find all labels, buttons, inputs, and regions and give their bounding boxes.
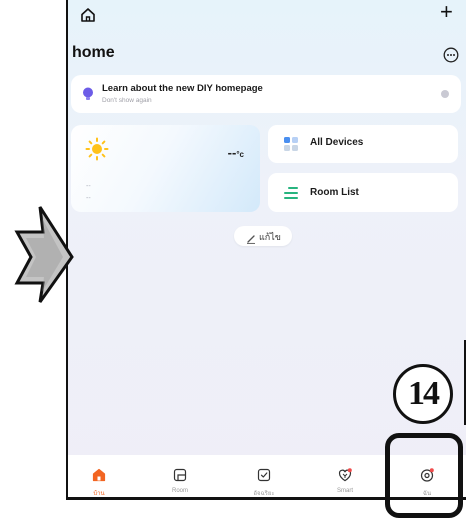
more-circle-icon[interactable] (443, 47, 459, 63)
banner-title: Learn about the new DIY homepage (102, 83, 263, 94)
tab-home[interactable]: บ้าน (71, 455, 127, 497)
lightbulb-icon (82, 87, 94, 101)
home-icon (92, 468, 106, 482)
tab-scene-label: อัจฉริยะ (253, 491, 275, 497)
tab-home-label: บ้าน (93, 491, 105, 497)
tab-room-label: Room (171, 488, 188, 494)
tab-scene[interactable]: อัจฉริยะ (236, 455, 292, 497)
dont-show-again-link[interactable]: Don't show again (102, 97, 152, 104)
tab-smart[interactable]: Smart (317, 455, 373, 497)
tab-room[interactable]: Room (152, 455, 208, 497)
highlight-box (385, 433, 463, 518)
tab-smart-label: Smart (336, 488, 353, 494)
diy-homepage-banner[interactable]: Learn about the new DIY homepage Don't s… (71, 75, 461, 113)
all-devices-card[interactable]: All Devices (268, 125, 458, 163)
edit-label: แก้ไข (259, 232, 281, 242)
smart-icon (338, 468, 352, 482)
device-frame-edge (464, 340, 466, 425)
temperature-unit: °c (236, 150, 244, 159)
grid-icon (283, 136, 299, 152)
room-icon (173, 468, 187, 482)
add-button[interactable]: + (440, 1, 453, 23)
home-outline-icon[interactable] (80, 7, 96, 23)
sun-icon (85, 137, 109, 161)
scene-icon (257, 468, 271, 482)
room-list-card[interactable]: Room List (268, 173, 458, 212)
list-icon (283, 186, 299, 202)
temperature-readout: --°c (228, 145, 244, 160)
weather-detail-2: -- (86, 195, 91, 202)
pencil-icon (246, 231, 256, 244)
close-dot-icon[interactable] (441, 90, 449, 98)
weather-card[interactable]: --°c -- -- (71, 125, 260, 212)
step-number-badge: 14 (393, 364, 453, 424)
room-list-label: Room List (310, 187, 359, 198)
all-devices-label: All Devices (310, 137, 364, 148)
edit-button[interactable]: แก้ไข (234, 226, 292, 246)
weather-detail-1: -- (86, 183, 91, 190)
arrow-star-icon (0, 0, 80, 310)
app-screen: + home Learn about the new DIY homepage … (66, 0, 466, 500)
